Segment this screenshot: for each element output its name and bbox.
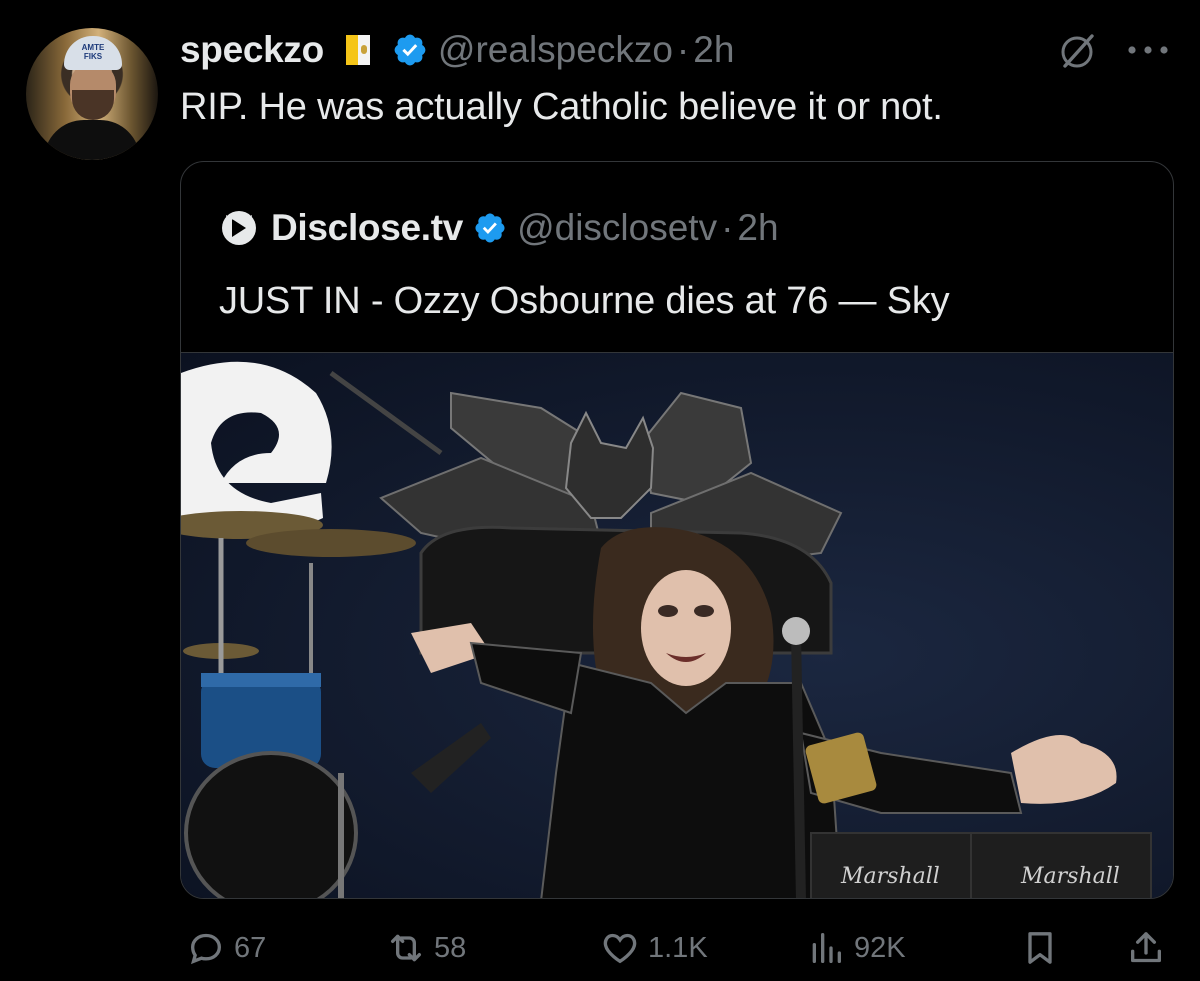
tweet-header: speckzo @realspeckzo · 2h <box>180 26 734 74</box>
share-button[interactable] <box>1126 920 1174 976</box>
reply-icon <box>190 933 222 965</box>
like-button[interactable]: 1.1K <box>600 920 708 976</box>
grok-icon[interactable] <box>1056 30 1098 72</box>
verified-badge-icon[interactable] <box>473 211 507 245</box>
amp-logo-right: Marshall <box>1020 864 1120 889</box>
quote-text: JUST IN - Ozzy Osbourne dies at 76 — Sky <box>219 280 950 322</box>
views-icon <box>812 933 841 963</box>
tweet-text: RIP. He was actually Catholic believe it… <box>180 86 943 128</box>
reply-count: 67 <box>234 931 267 964</box>
quote-handle[interactable]: @disclosetv <box>517 207 717 249</box>
repost-icon <box>391 934 421 962</box>
separator: · <box>676 29 690 70</box>
reply-button[interactable]: 67 <box>186 920 266 976</box>
quote-separator: · <box>721 207 734 248</box>
bookmark-button[interactable] <box>1020 920 1068 976</box>
vatican-flag-icon <box>345 35 370 65</box>
more-icon[interactable] <box>1126 38 1170 62</box>
bookmark-icon <box>1028 932 1052 964</box>
quote-display-name[interactable]: Disclose.tv <box>271 207 463 249</box>
display-name[interactable]: speckzo <box>180 29 324 71</box>
avatar-cap-text: AMTE FIKS <box>81 43 105 61</box>
avatar-beard <box>72 90 114 120</box>
disclose-logo-icon[interactable] <box>221 210 257 246</box>
verified-badge-icon[interactable] <box>392 32 428 68</box>
repost-count: 58 <box>434 931 467 964</box>
avatar-cap: AMTE FIKS <box>64 36 122 70</box>
quote-timestamp[interactable]: 2h <box>737 207 778 249</box>
amp-logo-left: Marshall <box>840 864 940 889</box>
repost-button[interactable]: 58 <box>386 920 466 976</box>
views-count: 92K <box>854 931 906 964</box>
avatar-shirt <box>44 120 140 160</box>
quote-tweet[interactable]: Disclose.tv @disclosetv · 2h JUST IN - O… <box>180 161 1174 899</box>
quote-media-image[interactable]: Marshall Marshall <box>181 352 1173 898</box>
quote-header: Disclose.tv @disclosetv · 2h <box>221 206 779 250</box>
timestamp[interactable]: 2h <box>693 29 734 71</box>
avatar[interactable]: AMTE FIKS <box>26 28 158 160</box>
action-bar: 67 58 1.1K 92K <box>0 920 1200 976</box>
handle[interactable]: @realspeckzo <box>438 29 673 71</box>
share-icon <box>1131 932 1161 963</box>
views-button[interactable]: 92K <box>806 920 906 976</box>
like-count: 1.1K <box>648 931 708 964</box>
concert-photo: Marshall Marshall <box>181 361 1152 898</box>
like-icon <box>603 933 637 964</box>
